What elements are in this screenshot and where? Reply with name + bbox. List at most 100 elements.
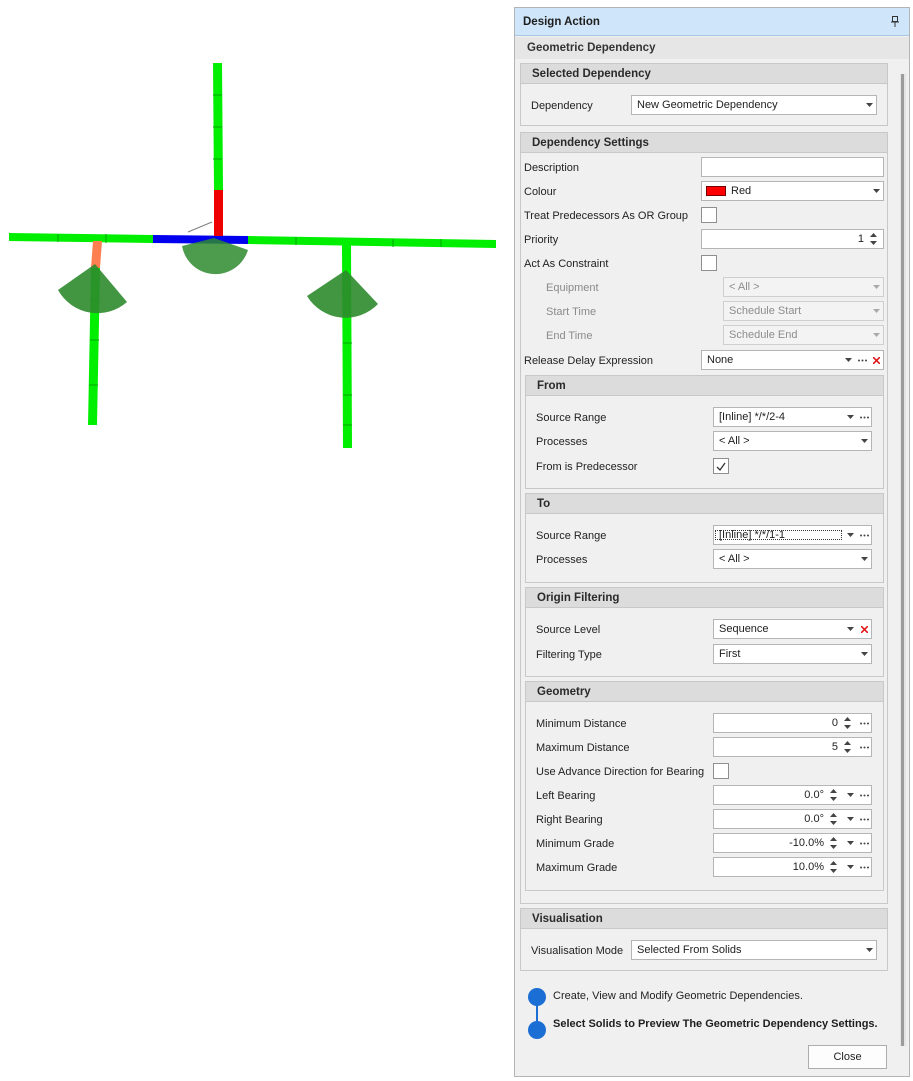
from-is-predecessor-label: From is Predecessor [536,461,638,473]
min-distance-label: Minimum Distance [536,718,627,730]
colour-value: Red [731,185,752,197]
act-as-constraint-label: Act As Constraint [524,258,609,270]
end-time-select[interactable]: Schedule End [723,325,884,345]
chevron-down-icon[interactable] [869,302,883,320]
close-button[interactable]: Close [808,1045,887,1069]
ellipsis-icon[interactable] [857,786,871,804]
advance-direction-checkbox[interactable] [713,763,729,779]
max-distance-value: 5 [831,741,838,753]
to-source-range-label: Source Range [536,530,607,542]
ellipsis-icon[interactable] [857,526,871,544]
visualisation-header: Visualisation [521,909,887,929]
chevron-down-icon[interactable] [862,96,876,114]
visualisation-mode-value: Selected From Solids [637,944,742,956]
step-2-text: Select Solids to Preview The Geometric D… [553,1018,878,1030]
from-source-range-select[interactable]: [Inline] */*/2-4 [713,407,872,427]
chevron-down-icon[interactable] [869,326,883,344]
wedge-left[interactable] [58,264,127,314]
max-distance-label: Maximum Distance [536,742,630,754]
equipment-select[interactable]: < All > [723,277,884,297]
drive-segment-right[interactable] [248,236,496,248]
viewport-canvas[interactable] [0,0,510,1078]
from-group: From Source Range [Inline] */*/2-4 Proce… [525,375,884,489]
ellipsis-icon[interactable] [857,834,871,852]
spin-arrows-icon[interactable] [830,858,843,876]
min-grade-spinner[interactable]: -10.0% [713,833,872,853]
to-header: To [526,494,883,514]
source-level-select[interactable]: Sequence [713,619,872,639]
max-grade-spinner[interactable]: 10.0% [713,857,872,877]
description-input[interactable] [701,157,884,177]
filtering-type-select[interactable]: First [713,644,872,664]
left-bearing-value: 0.0° [804,789,824,801]
clear-x-icon[interactable] [869,351,883,369]
act-as-constraint-checkbox[interactable] [701,255,717,271]
from-header: From [526,376,883,396]
colour-select[interactable]: Red [701,181,884,201]
left-bearing-spinner[interactable]: 0.0° [713,785,872,805]
priority-spinner[interactable]: 1 [701,229,884,249]
spin-arrows-icon[interactable] [830,786,843,804]
drive-segment-left[interactable] [9,233,153,243]
to-source-range-select[interactable]: [Inline] */*/1-1 [713,525,872,545]
chevron-down-icon[interactable] [843,810,857,828]
release-delay-select[interactable]: None [701,350,884,370]
dependency-label: Dependency [531,100,593,112]
wedge-right[interactable] [307,270,378,318]
chevron-down-icon[interactable] [843,858,857,876]
origin-filtering-header: Origin Filtering [526,588,883,608]
scrollbar-thumb[interactable] [901,74,904,1046]
start-time-select[interactable]: Schedule Start [723,301,884,321]
min-grade-label: Minimum Grade [536,838,615,850]
visualisation-group: Visualisation Visualisation Mode Selecte… [520,908,888,971]
chevron-down-icon[interactable] [843,786,857,804]
spin-arrows-icon[interactable] [844,738,857,756]
3d-viewport[interactable] [0,0,510,1078]
min-distance-spinner[interactable]: 0 [713,713,872,733]
filtering-type-label: Filtering Type [536,649,602,661]
treat-predecessors-checkbox[interactable] [701,207,717,223]
description-label: Description [524,162,580,174]
chevron-down-icon[interactable] [843,834,857,852]
panel-title: Design Action [523,15,600,28]
release-delay-value: None [707,354,734,366]
visualisation-mode-select[interactable]: Selected From Solids [631,940,877,960]
to-processes-select[interactable]: < All > [713,549,872,569]
ellipsis-icon[interactable] [857,858,871,876]
chevron-down-icon[interactable] [857,550,871,568]
from-processes-select[interactable]: < All > [713,431,872,451]
dependency-select[interactable]: New Geometric Dependency [631,95,877,115]
panel-titlebar: Design Action [515,8,909,36]
ellipsis-icon[interactable] [857,738,871,756]
right-bearing-spinner[interactable]: 0.0° [713,809,872,829]
from-is-predecessor-checkbox[interactable] [713,458,729,474]
clear-x-icon[interactable] [857,620,871,638]
step-2-dot-icon [528,1021,546,1039]
chevron-down-icon[interactable] [862,941,876,959]
max-distance-spinner[interactable]: 5 [713,737,872,757]
chevron-down-icon[interactable] [843,526,857,544]
spin-arrows-icon[interactable] [830,834,843,852]
spin-arrows-icon[interactable] [870,230,883,248]
chevron-down-icon[interactable] [841,351,855,369]
spin-arrows-icon[interactable] [830,810,843,828]
pin-icon[interactable] [889,15,901,29]
equipment-label: Equipment [546,282,599,294]
chevron-down-icon[interactable] [869,182,883,200]
spin-arrows-icon[interactable] [844,714,857,732]
chevron-down-icon[interactable] [843,620,857,638]
branch-top-highlight[interactable] [214,190,223,236]
ellipsis-icon[interactable] [857,408,871,426]
chevron-down-icon[interactable] [857,645,871,663]
branch-left-orange[interactable] [91,241,102,268]
ellipsis-icon[interactable] [857,714,871,732]
right-bearing-value: 0.0° [804,813,824,825]
chevron-down-icon[interactable] [843,408,857,426]
chevron-down-icon[interactable] [869,278,883,296]
source-level-label: Source Level [536,624,601,636]
from-source-range-value: [Inline] */*/2-4 [719,411,786,423]
ellipsis-icon[interactable] [855,351,869,369]
ellipsis-icon[interactable] [857,810,871,828]
end-time-value: Schedule End [729,329,798,341]
chevron-down-icon[interactable] [857,432,871,450]
